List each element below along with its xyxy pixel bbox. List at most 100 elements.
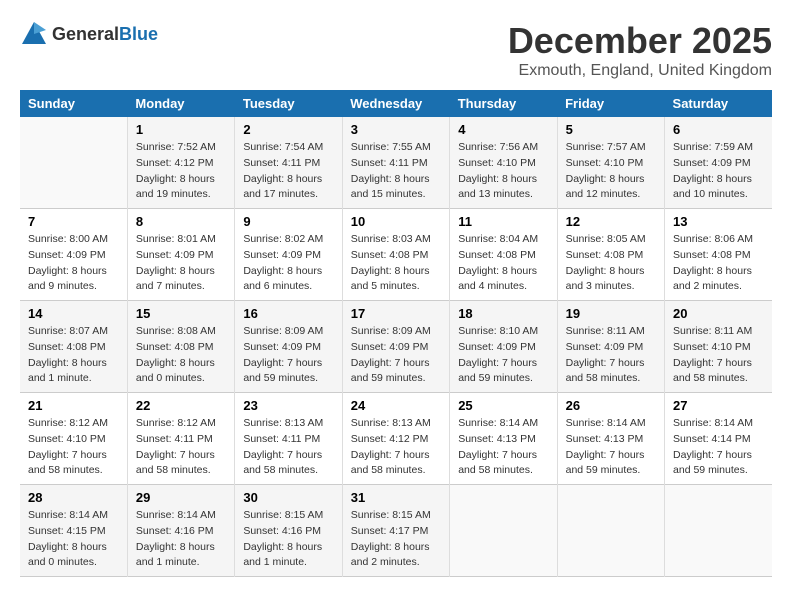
logo: GeneralBlue xyxy=(20,20,158,48)
day-number: 31 xyxy=(351,490,441,505)
day-info: Sunrise: 8:09 AM Sunset: 4:09 PM Dayligh… xyxy=(351,324,441,387)
calendar-cell: 11 Sunrise: 8:04 AM Sunset: 4:08 PM Dayli… xyxy=(450,209,557,301)
day-of-week-header: Thursday xyxy=(450,90,557,117)
day-number: 14 xyxy=(28,306,119,321)
calendar-cell: 28 Sunrise: 8:14 AM Sunset: 4:15 PM Dayli… xyxy=(20,485,127,577)
day-info: Sunrise: 8:09 AM Sunset: 4:09 PM Dayligh… xyxy=(243,324,333,387)
calendar-cell: 20Sunrise: 8:11 AM Sunset: 4:10 PM Dayli… xyxy=(665,301,772,393)
day-number: 20 xyxy=(673,306,764,321)
day-info: Sunrise: 8:12 AM Sunset: 4:11 PM Dayligh… xyxy=(136,416,226,479)
day-number: 11 xyxy=(458,214,548,229)
day-number: 6 xyxy=(673,122,764,137)
day-number: 22 xyxy=(136,398,226,413)
day-info: Sunrise: 7:57 AM Sunset: 4:10 PM Dayligh… xyxy=(566,140,656,203)
calendar-cell: 3 Sunrise: 7:55 AM Sunset: 4:11 PM Daylig… xyxy=(342,117,449,209)
day-number: 2 xyxy=(243,122,333,137)
day-info: Sunrise: 7:56 AM Sunset: 4:10 PM Dayligh… xyxy=(458,140,548,203)
calendar-cell: 4Sunrise: 7:56 AM Sunset: 4:10 PM Daylig… xyxy=(450,117,557,209)
day-info: Sunrise: 8:06 AM Sunset: 4:08 PM Dayligh… xyxy=(673,232,764,295)
day-number: 3 xyxy=(351,122,441,137)
calendar-cell: 9 Sunrise: 8:02 AM Sunset: 4:09 PM Daylig… xyxy=(235,209,342,301)
day-info: Sunrise: 8:12 AM Sunset: 4:10 PM Dayligh… xyxy=(28,416,119,479)
calendar-cell: 15Sunrise: 8:08 AM Sunset: 4:08 PM Dayli… xyxy=(127,301,234,393)
calendar-cell: 26 Sunrise: 8:14 AM Sunset: 4:13 PM Dayli… xyxy=(557,393,664,485)
day-info: Sunrise: 8:14 AM Sunset: 4:13 PM Dayligh… xyxy=(458,416,548,479)
logo-icon xyxy=(20,20,48,48)
day-number: 15 xyxy=(136,306,226,321)
title-area: December 2025 Exmouth, England, United K… xyxy=(508,20,772,80)
day-number: 26 xyxy=(566,398,656,413)
day-number: 25 xyxy=(458,398,548,413)
calendar-cell xyxy=(557,485,664,577)
calendar-cell: 1 Sunrise: 7:52 AM Sunset: 4:12 PM Daylig… xyxy=(127,117,234,209)
day-number: 16 xyxy=(243,306,333,321)
day-info: Sunrise: 8:10 AM Sunset: 4:09 PM Dayligh… xyxy=(458,324,548,387)
calendar-cell: 24Sunrise: 8:13 AM Sunset: 4:12 PM Dayli… xyxy=(342,393,449,485)
page-header: GeneralBlue December 2025 Exmouth, Engla… xyxy=(20,20,772,80)
calendar-cell: 7Sunrise: 8:00 AM Sunset: 4:09 PM Daylig… xyxy=(20,209,127,301)
day-info: Sunrise: 8:11 AM Sunset: 4:09 PM Dayligh… xyxy=(566,324,656,387)
day-info: Sunrise: 8:14 AM Sunset: 4:15 PM Dayligh… xyxy=(28,508,119,571)
calendar-cell xyxy=(450,485,557,577)
day-of-week-header: Saturday xyxy=(665,90,772,117)
calendar-header-row: SundayMondayTuesdayWednesdayThursdayFrid… xyxy=(20,90,772,117)
calendar-cell: 30 Sunrise: 8:15 AM Sunset: 4:16 PM Dayli… xyxy=(235,485,342,577)
day-number: 27 xyxy=(673,398,764,413)
calendar-cell: 5 Sunrise: 7:57 AM Sunset: 4:10 PM Daylig… xyxy=(557,117,664,209)
day-number: 28 xyxy=(28,490,119,505)
day-info: Sunrise: 7:54 AM Sunset: 4:11 PM Dayligh… xyxy=(243,140,333,203)
day-of-week-header: Friday xyxy=(557,90,664,117)
day-number: 29 xyxy=(136,490,226,505)
day-number: 23 xyxy=(243,398,333,413)
calendar-table: SundayMondayTuesdayWednesdayThursdayFrid… xyxy=(20,90,772,577)
calendar-cell: 31 Sunrise: 8:15 AM Sunset: 4:17 PM Dayli… xyxy=(342,485,449,577)
day-info: Sunrise: 8:02 AM Sunset: 4:09 PM Dayligh… xyxy=(243,232,333,295)
calendar-cell: 29Sunrise: 8:14 AM Sunset: 4:16 PM Dayli… xyxy=(127,485,234,577)
day-info: Sunrise: 8:13 AM Sunset: 4:12 PM Dayligh… xyxy=(351,416,441,479)
day-of-week-header: Monday xyxy=(127,90,234,117)
day-number: 1 xyxy=(136,122,226,137)
day-info: Sunrise: 8:14 AM Sunset: 4:14 PM Dayligh… xyxy=(673,416,764,479)
calendar-cell: 25 Sunrise: 8:14 AM Sunset: 4:13 PM Dayli… xyxy=(450,393,557,485)
day-info: Sunrise: 8:15 AM Sunset: 4:16 PM Dayligh… xyxy=(243,508,333,571)
day-of-week-header: Tuesday xyxy=(235,90,342,117)
day-info: Sunrise: 7:55 AM Sunset: 4:11 PM Dayligh… xyxy=(351,140,441,203)
day-number: 12 xyxy=(566,214,656,229)
calendar-cell: 2 Sunrise: 7:54 AM Sunset: 4:11 PM Daylig… xyxy=(235,117,342,209)
calendar-cell: 13 Sunrise: 8:06 AM Sunset: 4:08 PM Dayli… xyxy=(665,209,772,301)
day-info: Sunrise: 7:59 AM Sunset: 4:09 PM Dayligh… xyxy=(673,140,764,203)
logo-general-text: General xyxy=(52,24,119,44)
day-number: 30 xyxy=(243,490,333,505)
day-of-week-header: Sunday xyxy=(20,90,127,117)
calendar-week-row: 14Sunrise: 8:07 AM Sunset: 4:08 PM Dayli… xyxy=(20,301,772,393)
day-number: 17 xyxy=(351,306,441,321)
calendar-week-row: 28 Sunrise: 8:14 AM Sunset: 4:15 PM Dayli… xyxy=(20,485,772,577)
calendar-cell: 22 Sunrise: 8:12 AM Sunset: 4:11 PM Dayli… xyxy=(127,393,234,485)
calendar-cell: 14Sunrise: 8:07 AM Sunset: 4:08 PM Dayli… xyxy=(20,301,127,393)
day-info: Sunrise: 8:13 AM Sunset: 4:11 PM Dayligh… xyxy=(243,416,333,479)
location-title: Exmouth, England, United Kingdom xyxy=(508,62,772,80)
day-number: 5 xyxy=(566,122,656,137)
calendar-cell: 18Sunrise: 8:10 AM Sunset: 4:09 PM Dayli… xyxy=(450,301,557,393)
calendar-cell: 16 Sunrise: 8:09 AM Sunset: 4:09 PM Dayli… xyxy=(235,301,342,393)
day-info: Sunrise: 8:04 AM Sunset: 4:08 PM Dayligh… xyxy=(458,232,548,295)
month-title: December 2025 xyxy=(508,20,772,62)
calendar-cell xyxy=(665,485,772,577)
day-number: 7 xyxy=(28,214,119,229)
calendar-cell: 12Sunrise: 8:05 AM Sunset: 4:08 PM Dayli… xyxy=(557,209,664,301)
day-info: Sunrise: 8:15 AM Sunset: 4:17 PM Dayligh… xyxy=(351,508,441,571)
calendar-cell: 10 Sunrise: 8:03 AM Sunset: 4:08 PM Dayli… xyxy=(342,209,449,301)
day-number: 10 xyxy=(351,214,441,229)
day-of-week-header: Wednesday xyxy=(342,90,449,117)
calendar-week-row: 21Sunrise: 8:12 AM Sunset: 4:10 PM Dayli… xyxy=(20,393,772,485)
calendar-cell: 17 Sunrise: 8:09 AM Sunset: 4:09 PM Dayli… xyxy=(342,301,449,393)
calendar-week-row: 1 Sunrise: 7:52 AM Sunset: 4:12 PM Daylig… xyxy=(20,117,772,209)
calendar-week-row: 7Sunrise: 8:00 AM Sunset: 4:09 PM Daylig… xyxy=(20,209,772,301)
calendar-cell: 23 Sunrise: 8:13 AM Sunset: 4:11 PM Dayli… xyxy=(235,393,342,485)
day-info: Sunrise: 8:03 AM Sunset: 4:08 PM Dayligh… xyxy=(351,232,441,295)
day-number: 13 xyxy=(673,214,764,229)
day-info: Sunrise: 7:52 AM Sunset: 4:12 PM Dayligh… xyxy=(136,140,226,203)
calendar-cell xyxy=(20,117,127,209)
day-number: 9 xyxy=(243,214,333,229)
day-info: Sunrise: 8:14 AM Sunset: 4:13 PM Dayligh… xyxy=(566,416,656,479)
